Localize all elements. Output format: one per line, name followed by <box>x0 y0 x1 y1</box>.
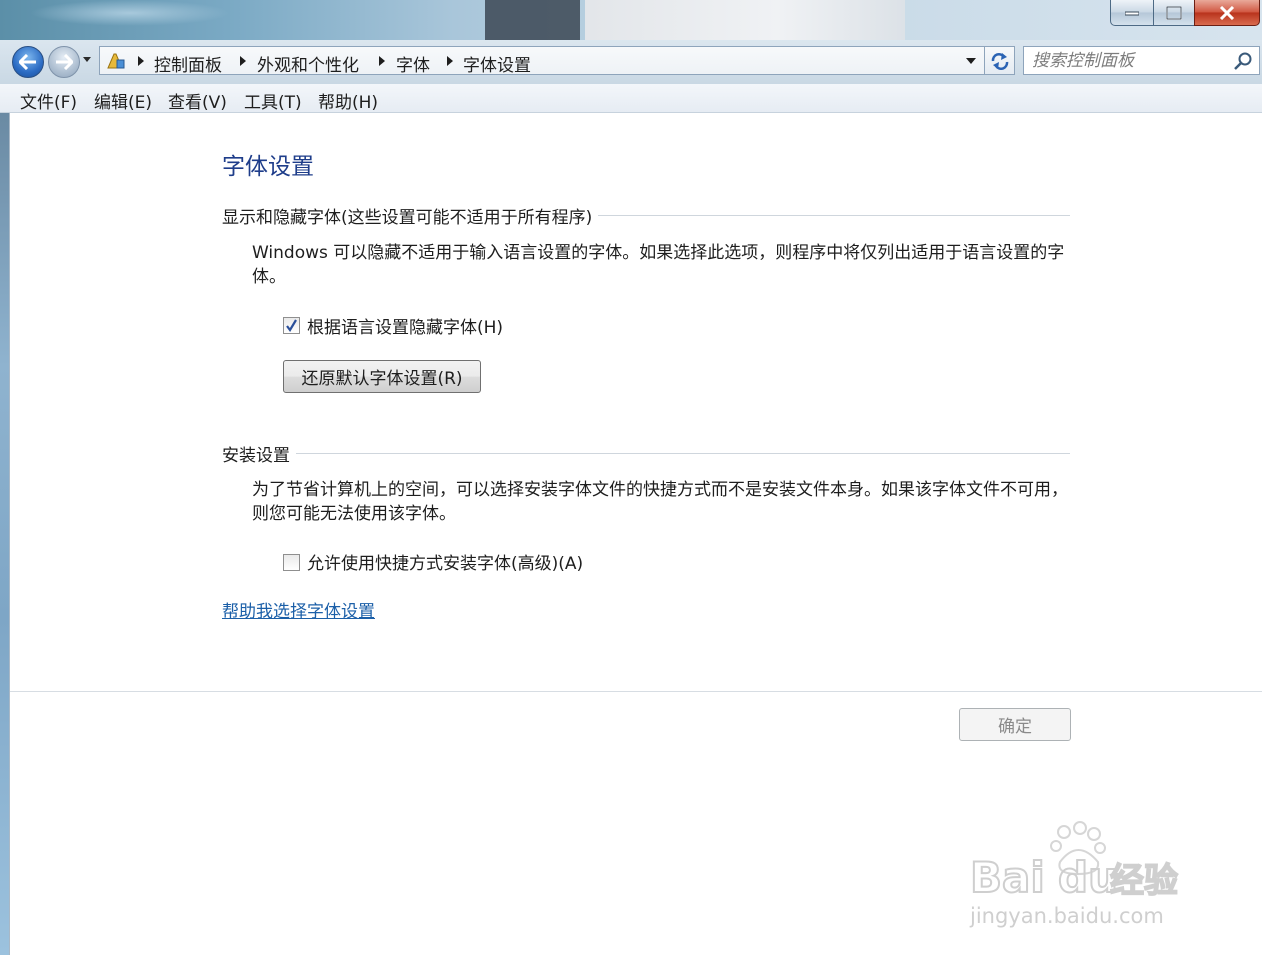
breadcrumb-separator-icon[interactable] <box>138 56 144 66</box>
ok-button[interactable]: 确定 <box>959 708 1071 741</box>
menu-tools[interactable]: 工具(T) <box>244 88 302 113</box>
section-description-show-hide: Windows 可以隐藏不适用于输入语言设置的字体。如果选择此选项，则程序中将仅… <box>252 243 1065 287</box>
breadcrumb-separator-icon[interactable] <box>379 56 385 66</box>
shortcut-install-label[interactable]: 允许使用快捷方式安装字体(高级)(A) <box>307 549 583 574</box>
checkmark-icon <box>286 319 297 332</box>
hide-fonts-checkbox[interactable] <box>283 317 300 334</box>
control-panel-icon <box>107 53 125 69</box>
address-dropdown-icon[interactable] <box>966 58 976 64</box>
background-blur <box>485 0 580 40</box>
forward-button[interactable] <box>48 46 80 78</box>
recent-pages-dropdown-icon[interactable] <box>82 56 92 64</box>
menu-bar: 文件(F) 编辑(E) 查看(V) 工具(T) 帮助(H) <box>0 84 1262 113</box>
background-blur <box>30 0 230 26</box>
window-titlebar <box>0 0 1262 40</box>
forward-arrow-icon <box>56 54 73 70</box>
menu-edit[interactable]: 编辑(E) <box>94 88 152 113</box>
page-title: 字体设置 <box>222 154 314 180</box>
breadcrumb-separator-icon[interactable] <box>240 56 246 66</box>
back-button[interactable] <box>12 46 44 78</box>
restore-default-button[interactable]: 还原默认字体设置(R) <box>283 360 481 393</box>
breadcrumb-control-panel[interactable]: 控制面板 <box>154 51 222 76</box>
menu-view[interactable]: 查看(V) <box>168 88 227 113</box>
menu-file[interactable]: 文件(F) <box>20 88 77 113</box>
search-box[interactable] <box>1023 46 1260 75</box>
shortcut-install-checkbox[interactable] <box>283 554 300 571</box>
menu-help[interactable]: 帮助(H) <box>318 88 378 113</box>
minimize-icon <box>1125 11 1139 15</box>
footer-divider <box>10 691 1262 692</box>
navigation-bar: 控制面板 外观和个性化 字体 字体设置 <box>0 40 1262 84</box>
maximize-button[interactable] <box>1153 0 1195 26</box>
section-heading-install: 安装设置 <box>222 441 296 466</box>
background-blur <box>585 0 905 40</box>
address-bar[interactable]: 控制面板 外观和个性化 字体 字体设置 <box>99 46 985 76</box>
section-heading-show-hide: 显示和隐藏字体(这些设置可能不适用于所有程序) <box>222 203 599 228</box>
breadcrumb-font-settings[interactable]: 字体设置 <box>463 51 531 76</box>
refresh-icon <box>991 53 1009 70</box>
font-settings-panel: 字体设置 显示和隐藏字体(这些设置可能不适用于所有程序) Windows 可以隐… <box>10 113 1262 955</box>
breadcrumb-fonts[interactable]: 字体 <box>396 51 430 76</box>
hide-fonts-label[interactable]: 根据语言设置隐藏字体(H) <box>307 313 503 338</box>
search-icon[interactable] <box>1233 51 1253 71</box>
back-arrow-icon <box>19 54 36 70</box>
minimize-button[interactable] <box>1110 0 1154 26</box>
breadcrumb-appearance[interactable]: 外观和个性化 <box>257 51 359 76</box>
window-left-border <box>0 113 10 955</box>
help-link[interactable]: 帮助我选择字体设置 <box>222 597 375 622</box>
breadcrumb-separator-icon[interactable] <box>447 56 453 66</box>
search-input[interactable] <box>1032 50 1227 71</box>
close-icon <box>1219 5 1235 20</box>
restore-icon <box>1166 5 1182 20</box>
refresh-button[interactable] <box>985 46 1015 75</box>
section-description-install: 为了节省计算机上的空间，可以选择安装字体文件的快捷方式而不是安装文件本身。如果该… <box>252 480 1068 524</box>
close-button[interactable] <box>1194 0 1260 26</box>
section-divider <box>222 453 1070 454</box>
